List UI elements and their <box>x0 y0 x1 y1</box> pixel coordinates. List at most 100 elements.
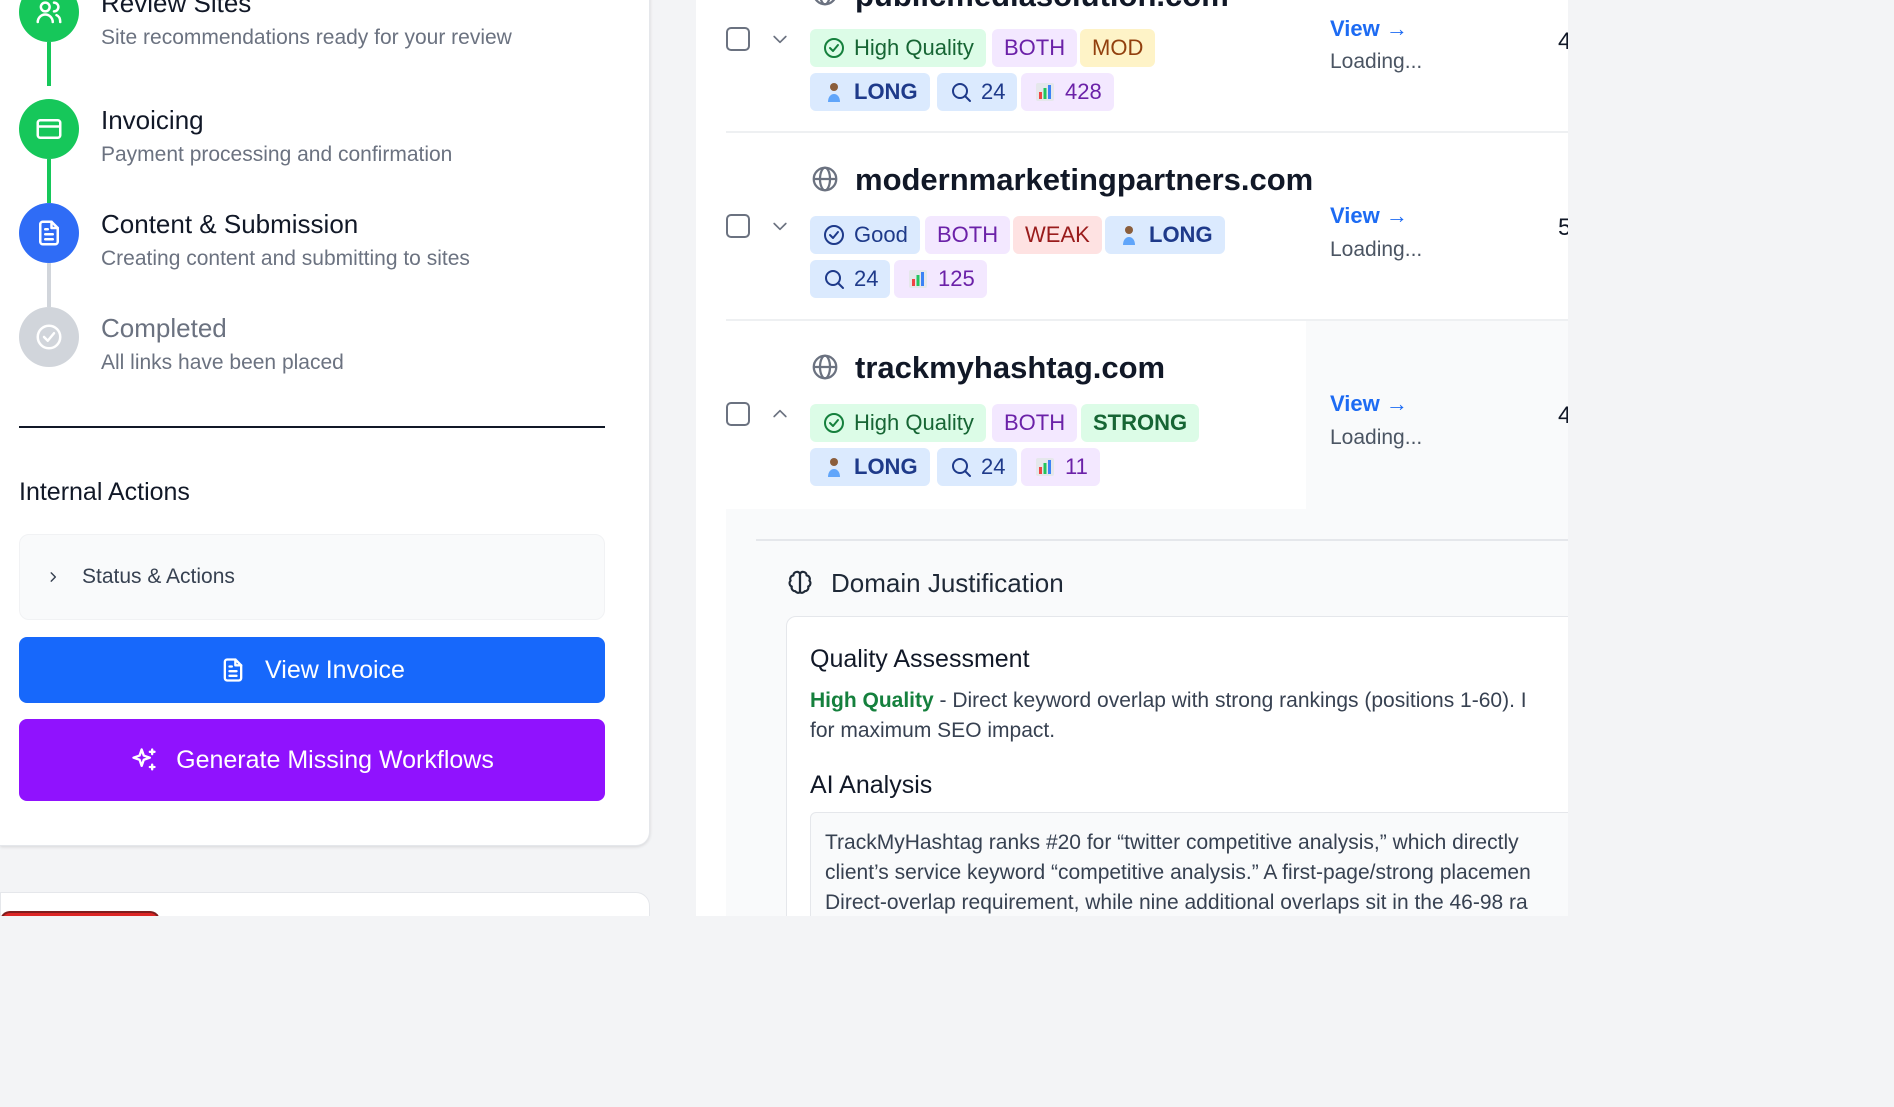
page: Review Sites Site recommendations ready … <box>0 0 1568 916</box>
step-subtitle: Payment processing and confirmation <box>101 143 453 166</box>
chevron-down-icon[interactable] <box>770 29 790 49</box>
step-circle <box>19 203 79 263</box>
view-link[interactable]: View → <box>1330 391 1408 417</box>
ai-analysis-text: TrackMyHashtag ranks #20 for “twitter co… <box>825 828 1568 916</box>
step-connector <box>47 42 51 86</box>
badge-label: 11 <box>1065 454 1088 479</box>
traffic-badge: 11 <box>1021 448 1100 486</box>
step-title: Content & Submission <box>101 209 359 239</box>
globe-icon <box>812 354 838 380</box>
badge-label: High Quality <box>854 410 974 435</box>
edge-value: 5 <box>1558 214 1568 241</box>
row-checkbox[interactable] <box>726 214 750 238</box>
step-subtitle: Site recommendations ready for your revi… <box>101 26 512 49</box>
badge-label: LONG <box>854 454 918 479</box>
row-checkbox[interactable] <box>726 27 750 51</box>
type-badge: BOTH <box>992 404 1078 442</box>
badge-label: LONG <box>1149 222 1213 247</box>
edge-value: 4 <box>1558 402 1568 429</box>
keyword-count-badge: 24 <box>937 448 1018 486</box>
length-badge: LONG <box>810 73 930 111</box>
ai-line: Direct-overlap requirement, while nine a… <box>825 891 1528 914</box>
generate-label: Generate Missing Workflows <box>176 745 494 774</box>
quality-label: High Quality <box>810 689 934 712</box>
badge-label: 24 <box>854 266 879 291</box>
ai-line: TrackMyHashtag ranks #20 for “twitter co… <box>825 831 1519 854</box>
badge-label: LONG <box>854 79 918 104</box>
step-circle <box>19 0 79 42</box>
badge-label: 24 <box>981 454 1006 479</box>
strength-badge: MOD <box>1080 29 1156 67</box>
red-tab <box>0 911 160 916</box>
step-circle <box>19 99 79 159</box>
strength-badge: WEAK <box>1013 216 1102 254</box>
generate-missing-workflows-button[interactable]: Generate Missing Workflows <box>19 719 605 801</box>
step-title: Invoicing <box>101 105 204 135</box>
step-title: Review Sites <box>101 0 252 18</box>
quality-badge: Good <box>810 216 920 254</box>
traffic-badge: 428 <box>1021 73 1114 111</box>
search-icon <box>952 458 971 477</box>
quality-badge: High Quality <box>810 29 986 67</box>
step-content-submission: Content & Submission Creating content an… <box>19 203 639 307</box>
length-badge: LONG <box>1105 216 1225 254</box>
keyword-count-badge: 24 <box>810 260 891 298</box>
row-checkbox[interactable] <box>726 402 750 426</box>
type-badge: BOTH <box>992 29 1078 67</box>
globe-icon <box>814 0 836 6</box>
domain-name[interactable]: publicmediasolution.com <box>855 0 1229 14</box>
badge-label: 428 <box>1065 79 1102 104</box>
person-icon <box>1123 226 1135 245</box>
check-circle-icon <box>824 225 844 245</box>
globe-icon <box>812 166 838 192</box>
domain-name[interactable]: modernmarketingpartners.com <box>855 162 1313 198</box>
credit-card-icon <box>36 119 62 139</box>
badge-label: High Quality <box>854 35 974 60</box>
internal-actions-title: Internal Actions <box>19 478 190 506</box>
person-icon <box>828 83 840 102</box>
bar-chart-icon <box>1036 83 1054 101</box>
view-invoice-button[interactable]: View Invoice <box>19 637 605 703</box>
traffic-badge: 125 <box>894 260 987 298</box>
domain-name[interactable]: trackmyhashtag.com <box>855 350 1165 386</box>
badge-label: 24 <box>981 79 1006 104</box>
step-review-sites: Review Sites Site recommendations ready … <box>19 0 639 86</box>
step-connector <box>47 159 51 203</box>
brain-icon <box>788 570 812 594</box>
chevron-down-icon[interactable] <box>770 216 790 236</box>
view-link[interactable]: View → <box>1330 16 1408 42</box>
step-invoicing: Invoicing Payment processing and confirm… <box>19 99 639 203</box>
document-icon <box>223 658 243 682</box>
ai-line: client’s service keyword “competitive an… <box>825 861 1531 884</box>
search-icon <box>825 270 844 289</box>
quality-assessment-title: Quality Assessment <box>810 645 1030 673</box>
quality-assessment-text: High Quality - Direct keyword overlap wi… <box>810 686 1568 746</box>
step-subtitle: Creating content and submitting to sites <box>101 247 470 270</box>
bar-chart-icon <box>1036 458 1054 476</box>
step-title: Completed <box>101 313 227 343</box>
bar-chart-icon <box>909 270 927 288</box>
status-actions-accordion[interactable]: Status & Actions <box>19 534 605 620</box>
loading-text: Loading... <box>1330 238 1423 261</box>
users-icon <box>36 1 62 24</box>
quality-badge: High Quality <box>810 404 986 442</box>
step-subtitle: All links have been placed <box>101 351 344 374</box>
view-link[interactable]: View → <box>1330 203 1408 229</box>
check-circle-icon <box>36 324 62 350</box>
document-icon <box>39 220 59 246</box>
section-divider <box>19 426 605 428</box>
keyword-count-badge: 24 <box>937 73 1018 111</box>
step-connector <box>47 263 51 307</box>
person-icon <box>828 458 840 477</box>
ai-analysis-title: AI Analysis <box>810 771 933 799</box>
type-badge: BOTH <box>925 216 1011 254</box>
check-circle-icon <box>824 38 844 58</box>
chevron-up-icon[interactable] <box>770 404 790 424</box>
strength-badge: STRONG <box>1081 404 1200 442</box>
badge-label: 125 <box>938 266 975 291</box>
length-badge: LONG <box>810 448 930 486</box>
step-circle <box>19 307 79 367</box>
panel-divider <box>756 539 1568 541</box>
loading-text: Loading... <box>1330 426 1423 449</box>
chevron-right-icon <box>50 572 57 582</box>
